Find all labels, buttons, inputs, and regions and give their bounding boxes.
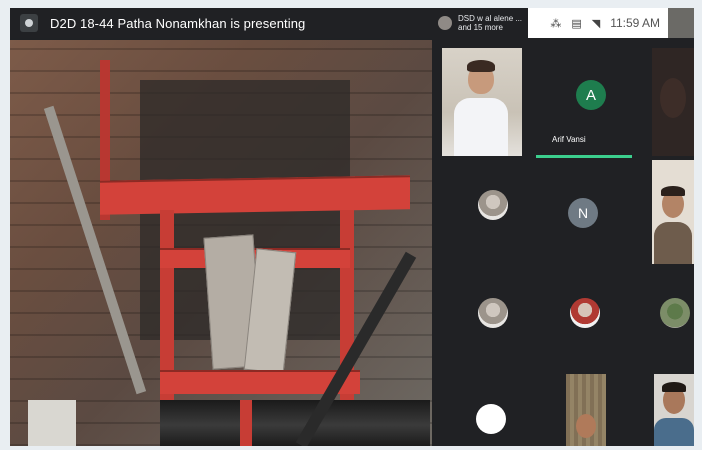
sim-icon: ▤ [571,17,582,30]
person-silhouette [660,78,686,118]
participants-names: DSD w al alene ... [458,14,523,23]
participants-summary[interactable]: DSD w al alene ... and 15 more [432,8,528,38]
person-hair [467,60,495,72]
person-body [454,98,508,156]
person-hair [662,382,686,392]
shared-screen-content[interactable] [10,40,432,446]
participant-video-tile[interactable] [566,374,606,446]
participant-video-tile[interactable] [652,48,694,156]
participant-avatar[interactable] [478,190,508,220]
self-view-thumbnail[interactable] [668,8,694,38]
participant-video-tile[interactable] [442,48,522,156]
electrical-box [28,400,76,446]
participant-avatar[interactable] [476,404,506,434]
person-body [654,418,694,446]
presenting-label: D2D 18-44 Patha Nonamkhan is presenting [50,15,306,31]
wifi-icon: ◥ [591,17,601,30]
roller-drum [160,400,430,446]
presentation-icon [20,14,38,32]
participant-avatar[interactable] [660,298,690,328]
meeting-screen: D2D 18-44 Patha Nonamkhan is presenting … [10,8,694,446]
participants-more: and 15 more [458,23,503,32]
system-status-bar: ⁂ ▤ ◥ 11:59 AM [528,8,668,38]
status-time: 11:59 AM [610,16,660,30]
notification-icon: ⁂ [550,17,562,30]
person-head [576,414,596,438]
avatar-initial: A [585,86,596,104]
avatar-initial: N [577,205,589,221]
participant-video-tile[interactable] [654,374,694,446]
participants-panel: DSD w al alene ... and 15 more ⁂ ▤ ◥ 11:… [432,8,694,446]
participant-tile-arif[interactable]: A Arif Vansi [542,48,640,156]
participant-name: Arif Vansi [552,135,586,144]
avatar: A [576,80,606,110]
person-body [654,222,692,264]
participant-avatar[interactable] [570,298,600,328]
active-speaker-indicator [536,155,632,158]
frame-post [240,400,252,446]
participant-video-tile[interactable] [652,160,694,264]
participant-avatar[interactable]: N [568,198,598,228]
frame-beam-top [100,175,410,215]
person-hair [661,186,685,196]
participant-avatar[interactable] [478,298,508,328]
avatar [438,16,452,30]
